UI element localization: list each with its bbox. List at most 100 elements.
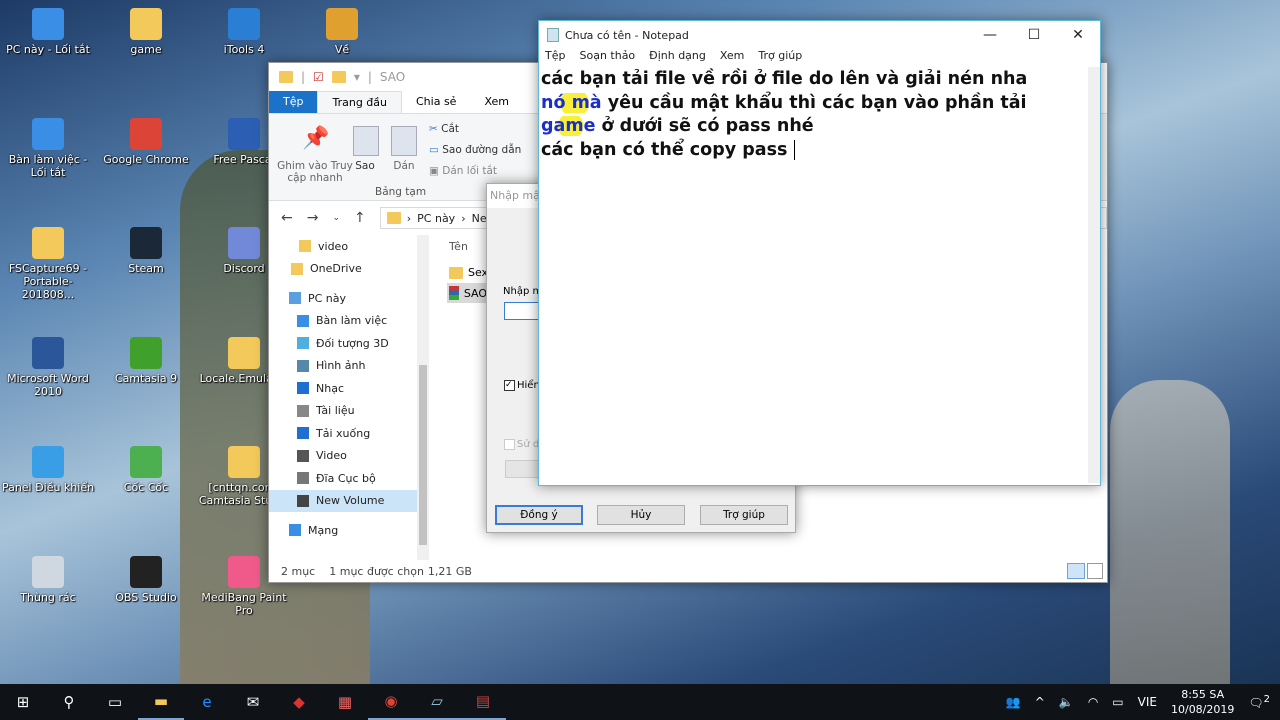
text-editor[interactable]: các bạn tải file về rồi ở file do lên và… <box>541 68 1088 483</box>
copy-path-button[interactable]: ▭ Sao đường dẫn <box>429 144 521 156</box>
app-icon <box>130 117 162 150</box>
people-icon[interactable]: 👥 <box>1006 695 1021 709</box>
customize-dropdown-icon[interactable]: ▾ <box>354 70 360 84</box>
desktop-icon[interactable]: OBS Studio <box>98 555 194 604</box>
nav-item[interactable]: Tài liệu <box>269 400 429 423</box>
text-line: các bạn tải file về rồi ở file do lên và… <box>541 69 1028 89</box>
chrome-taskbar-icon[interactable]: ◉ <box>368 684 414 720</box>
wallpaper-figure <box>1110 380 1230 684</box>
details-view-button[interactable] <box>1067 563 1085 579</box>
cancel-button[interactable]: Hủy <box>597 505 685 525</box>
paste-shortcut-button[interactable]: ▣ Dán lối tắt <box>429 165 497 177</box>
app-taskbar-icon[interactable]: ▦ <box>322 684 368 720</box>
notepad-taskbar-icon[interactable]: ▱ <box>414 684 460 720</box>
text-line: các bạn có thể copy pass ​ <box>541 139 795 160</box>
mail-taskbar-icon[interactable]: ✉ <box>230 684 276 720</box>
desktop-icon[interactable]: Microsoft Word 2010 <box>0 336 96 398</box>
app-icon <box>130 227 162 259</box>
menu-view[interactable]: Xem <box>720 49 745 67</box>
show-password-checkbox[interactable]: ✓ Hiển <box>504 380 540 391</box>
minimize-button[interactable]: — <box>968 21 1012 49</box>
nav-item-icon <box>291 262 303 275</box>
language-indicator[interactable]: VIE <box>1138 695 1157 709</box>
tab-home[interactable]: Trang đầu <box>317 91 402 113</box>
desktop-icon[interactable]: Panel Điều khiển <box>0 446 96 494</box>
search-button[interactable]: ⚲ <box>46 684 92 720</box>
nav-item[interactable]: Tải xuống <box>269 422 429 445</box>
nav-scrollbar[interactable] <box>417 235 429 560</box>
new-folder-icon[interactable] <box>331 71 346 83</box>
help-button[interactable]: Trợ giúp <box>700 505 788 525</box>
nav-item[interactable]: Nhạc <box>269 377 429 400</box>
maximize-button[interactable]: ☐ <box>1012 21 1056 49</box>
desktop-icon[interactable]: Google Chrome <box>98 117 194 166</box>
show-hidden-icons[interactable]: ^ <box>1035 695 1045 709</box>
large-icons-view-button[interactable] <box>1087 563 1103 579</box>
nav-item-icon <box>297 449 309 462</box>
breadcrumb-item[interactable]: PC này <box>417 212 455 225</box>
battery-icon[interactable]: ▭ <box>1112 695 1123 709</box>
action-center-icon[interactable]: 🗨2 <box>1248 694 1270 710</box>
desktop-icon-label: Thùng rác <box>20 590 76 604</box>
desktop-icon[interactable]: Về <box>294 8 390 56</box>
tab-file[interactable]: Tệp <box>269 91 318 113</box>
menu-file[interactable]: Tệp <box>545 49 565 67</box>
file-item[interactable]: Sex <box>449 266 488 279</box>
winrar-taskbar-icon[interactable]: ▤ <box>460 684 506 720</box>
password-label: Nhập m <box>503 286 543 297</box>
garena-taskbar-icon[interactable]: ◆ <box>276 684 322 720</box>
menu-format[interactable]: Định dạng <box>649 49 706 67</box>
menu-edit[interactable]: Soạn thảo <box>579 49 635 67</box>
clock[interactable]: 8:55 SA 10/08/2019 <box>1171 687 1234 717</box>
desktop-icon[interactable]: Thùng rác <box>0 555 96 604</box>
text-line: nó mà yêu cầu mật khẩu thì các bạn vào p… <box>541 92 1027 113</box>
file-item[interactable]: SAO <box>447 283 487 303</box>
nav-item[interactable]: Video <box>269 445 429 468</box>
start-button[interactable]: ⊞ <box>0 684 46 720</box>
column-header-name[interactable]: Tên <box>449 240 468 253</box>
desktop-icon-label: Cốc Cốc <box>123 481 169 494</box>
nav-item[interactable]: video <box>269 235 429 258</box>
forward-icon[interactable]: → <box>307 210 319 226</box>
menu-help[interactable]: Trợ giúp <box>758 49 802 67</box>
nav-item[interactable]: PC này <box>269 287 429 310</box>
file-explorer-taskbar-icon[interactable]: ▬ <box>138 684 184 720</box>
properties-icon[interactable]: ☑ <box>313 70 324 84</box>
wifi-icon[interactable]: ◠ <box>1088 695 1098 709</box>
desktop-icon[interactable]: Bàn làm việc - Lối tắt <box>0 117 96 179</box>
cut-button[interactable]: ✂ Cắt <box>429 123 459 135</box>
vertical-scrollbar[interactable] <box>1088 67 1100 483</box>
nav-item[interactable]: OneDrive <box>269 258 429 281</box>
volume-icon[interactable]: 🔈 <box>1059 695 1074 709</box>
close-button[interactable]: ✕ <box>1056 21 1100 49</box>
use-for-all-checkbox[interactable]: Sử d <box>504 439 539 450</box>
nav-item[interactable]: New Volume <box>269 489 429 512</box>
desktop-icon[interactable]: PC này - Lối tắt <box>0 8 96 56</box>
task-view-button[interactable]: ▭ <box>92 684 138 720</box>
folder-icon[interactable] <box>279 71 293 83</box>
nav-item[interactable]: Đối tượng 3D <box>269 332 429 355</box>
edge-taskbar-icon[interactable]: e <box>184 684 230 720</box>
ok-button[interactable]: Đồng ý <box>495 505 583 525</box>
desktop-icon[interactable]: game <box>98 8 194 56</box>
desktop-icon[interactable]: FSCapture69 - Portable-201808... <box>0 227 96 301</box>
desktop-icon[interactable]: iTools 4 <box>196 8 292 56</box>
tab-share[interactable]: Chia sẻ <box>402 91 470 113</box>
back-icon[interactable]: ← <box>281 210 293 226</box>
pin-quick-access-button[interactable]: 📌 Ghim vào Truy cập nhanh <box>275 126 355 184</box>
tab-view[interactable]: Xem <box>470 91 523 113</box>
up-icon[interactable]: ↑ <box>354 210 366 226</box>
nav-item[interactable]: Hình ảnh <box>269 355 429 378</box>
nav-item[interactable]: Bàn làm việc <box>269 310 429 333</box>
copy-button[interactable]: Sao <box>353 126 379 172</box>
app-icon <box>32 117 64 150</box>
desktop-icon[interactable]: Steam <box>98 227 194 275</box>
desktop-icon[interactable]: Camtasia 9 <box>98 336 194 385</box>
nav-item[interactable]: Đĩa Cục bộ <box>269 467 429 490</box>
paste-button[interactable]: Dán <box>391 126 417 172</box>
recent-dropdown-icon[interactable]: ⌄ <box>332 213 340 223</box>
desktop-icon[interactable]: Cốc Cốc <box>98 446 194 494</box>
app-icon <box>326 8 358 40</box>
app-icon <box>130 555 162 588</box>
nav-item[interactable]: Mạng <box>269 519 429 542</box>
